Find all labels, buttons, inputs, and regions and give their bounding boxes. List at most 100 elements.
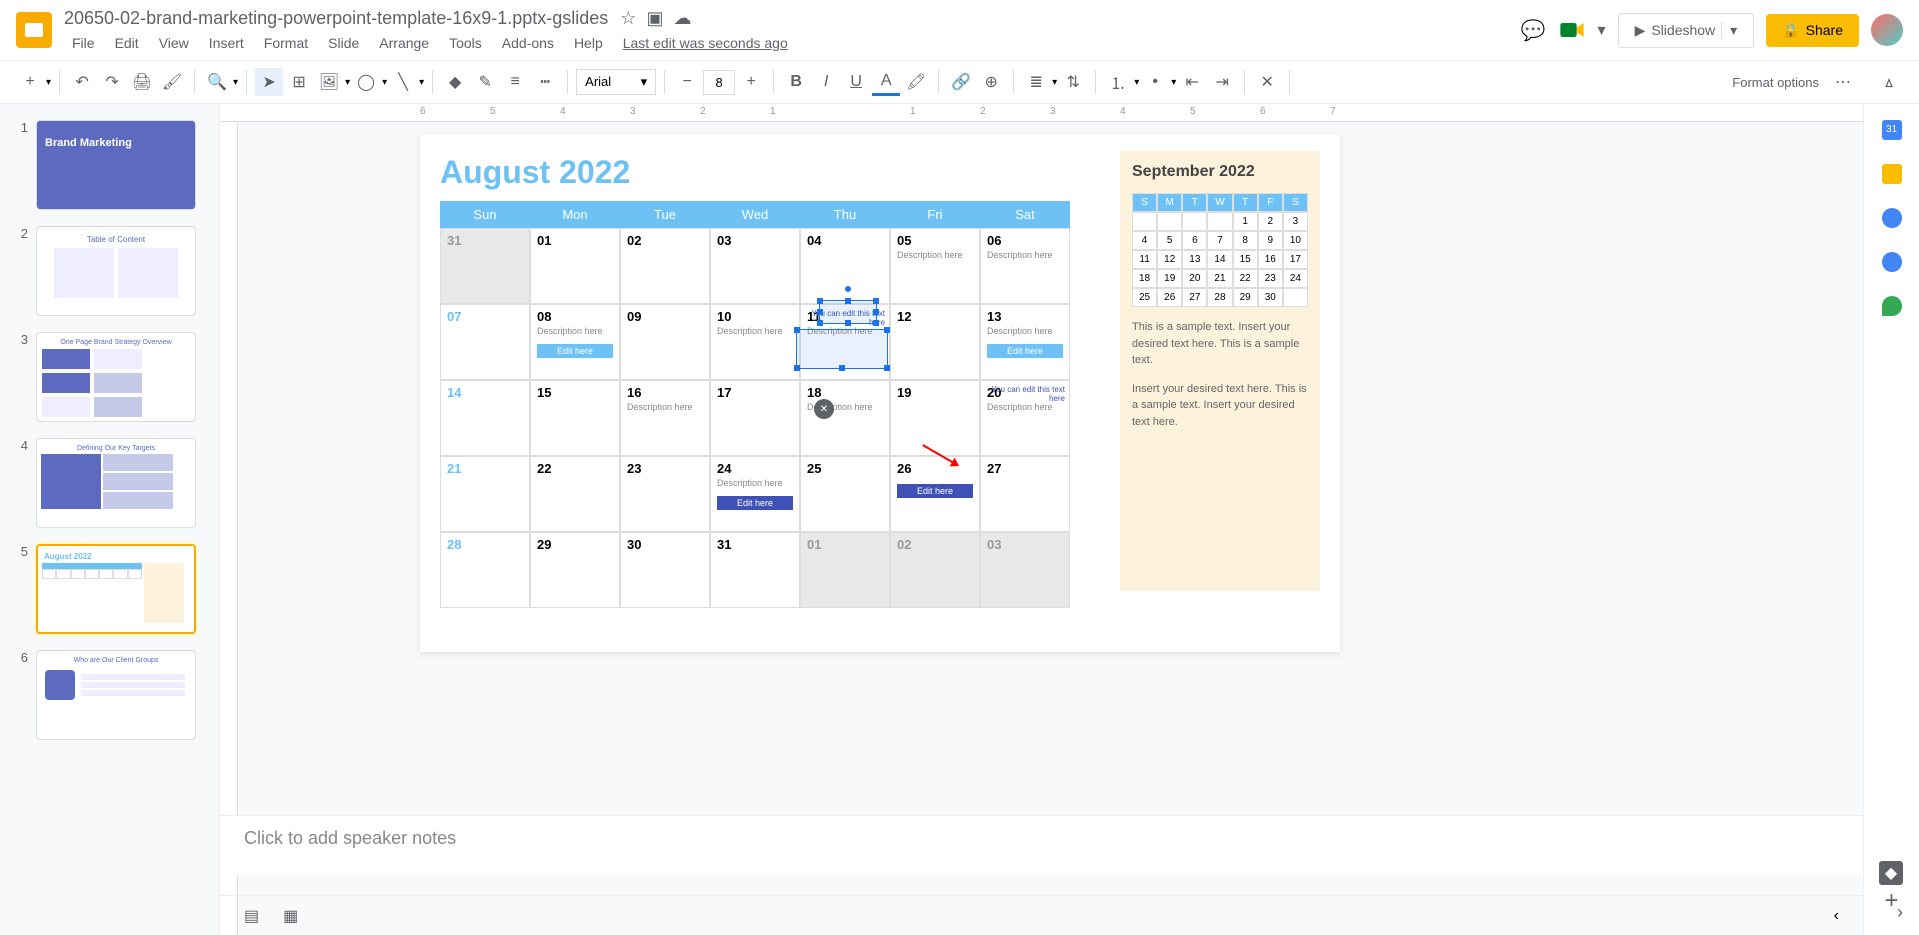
menu-insert[interactable]: Insert: [201, 33, 252, 53]
calendar-cell[interactable]: 03: [710, 228, 800, 304]
shape-tool[interactable]: ◯: [352, 68, 380, 96]
calendar-cell[interactable]: 03: [980, 532, 1070, 608]
paint-format-button[interactable]: 🖌: [158, 68, 186, 96]
calendar-cell[interactable]: 06Description here: [980, 228, 1070, 304]
menu-edit[interactable]: Edit: [107, 33, 147, 53]
speaker-notes[interactable]: Click to add speaker notes: [220, 815, 1863, 875]
text-color-button[interactable]: A: [872, 68, 900, 96]
calendar-cell[interactable]: 08Description hereEdit here: [530, 304, 620, 380]
menu-slide[interactable]: Slide: [320, 33, 367, 53]
slide-thumb-6[interactable]: Who are Our Client Groups: [36, 650, 196, 740]
user-avatar[interactable]: [1871, 14, 1903, 46]
calendar-cell[interactable]: 09: [620, 304, 710, 380]
calendar-cell[interactable]: 11You can edit this text hereDescription…: [800, 304, 890, 380]
slide-thumb-1[interactable]: Brand Marketing: [36, 120, 196, 210]
slide-thumb-2[interactable]: Table of Content: [36, 226, 196, 316]
calendar-cell[interactable]: 31: [440, 228, 530, 304]
cloud-icon[interactable]: ☁: [673, 8, 691, 29]
font-size-increase[interactable]: +: [737, 68, 765, 96]
textbox-tool[interactable]: ⊞: [285, 68, 313, 96]
line-spacing-button[interactable]: ⇅: [1059, 68, 1087, 96]
zoom-button[interactable]: 🔍: [203, 68, 231, 96]
calendar-cell[interactable]: 28: [440, 532, 530, 608]
comments-icon[interactable]: 💬: [1521, 18, 1546, 43]
menu-view[interactable]: View: [151, 33, 197, 53]
calendar-body[interactable]: 310102030405Description here06Descriptio…: [440, 228, 1070, 608]
maps-app-icon[interactable]: [1882, 296, 1902, 316]
collapse-toolbar-icon[interactable]: ㅿ: [1875, 68, 1903, 96]
last-edit-link[interactable]: Last edit was seconds ago: [615, 33, 796, 53]
calendar-cell[interactable]: 29: [530, 532, 620, 608]
calendar-cell[interactable]: 05Description here: [890, 228, 980, 304]
collapse-panel-icon[interactable]: ‹: [1834, 907, 1839, 925]
border-dash-button[interactable]: ┅: [531, 68, 559, 96]
slide-thumb-3[interactable]: One Page Brand Strategy Overview: [36, 332, 196, 422]
explore-icon[interactable]: ◆: [1879, 861, 1903, 885]
italic-button[interactable]: I: [812, 68, 840, 96]
bold-button[interactable]: B: [782, 68, 810, 96]
calendar-cell[interactable]: 04: [800, 228, 890, 304]
slide-thumb-4[interactable]: Defining Our Key Targets: [36, 438, 196, 528]
meet-icon[interactable]: [1558, 16, 1586, 44]
slides-app-icon[interactable]: [16, 12, 52, 48]
font-family-select[interactable]: Arial ▾: [576, 69, 656, 95]
move-icon[interactable]: ▣: [646, 8, 663, 29]
image-tool[interactable]: 🖼: [315, 68, 343, 96]
fill-color-button[interactable]: ◆: [441, 68, 469, 96]
calendar-cell[interactable]: 24Description hereEdit here: [710, 456, 800, 532]
link-button[interactable]: 🔗: [947, 68, 975, 96]
calendar-cell[interactable]: 21: [440, 456, 530, 532]
meet-dropdown-icon[interactable]: ▾: [1598, 20, 1606, 40]
calendar-cell[interactable]: 23: [620, 456, 710, 532]
sidebar-text-1[interactable]: This is a sample text. Insert your desir…: [1132, 319, 1308, 369]
comment-button[interactable]: ⊕: [977, 68, 1005, 96]
numbered-list-button[interactable]: ⒈: [1104, 68, 1132, 96]
border-color-button[interactable]: ✎: [471, 68, 499, 96]
calendar-cell[interactable]: 27: [980, 456, 1070, 532]
align-button[interactable]: ≣: [1022, 68, 1050, 96]
slide-canvas[interactable]: August 2022 SunMonTueWedThuFriSat 310102…: [420, 134, 1340, 652]
calendar-cell[interactable]: 18Description here: [800, 380, 890, 456]
calendar-cell[interactable]: 12: [890, 304, 980, 380]
font-size-decrease[interactable]: −: [673, 68, 701, 96]
calendar-cell[interactable]: 14: [440, 380, 530, 456]
calendar-cell[interactable]: 25: [800, 456, 890, 532]
chevron-down-icon[interactable]: ▾: [1721, 22, 1737, 39]
menu-tools[interactable]: Tools: [441, 33, 490, 53]
tasks-app-icon[interactable]: [1882, 208, 1902, 228]
keep-app-icon[interactable]: [1882, 164, 1902, 184]
redo-button[interactable]: ↷: [98, 68, 126, 96]
contacts-app-icon[interactable]: [1882, 252, 1902, 272]
document-title[interactable]: 20650-02-brand-marketing-powerpoint-temp…: [64, 8, 608, 29]
menu-file[interactable]: File: [64, 33, 103, 53]
calendar-cell[interactable]: 01: [530, 228, 620, 304]
calendar-cell[interactable]: 15: [530, 380, 620, 456]
calendar-cell[interactable]: 30: [620, 532, 710, 608]
calendar-cell[interactable]: 01: [800, 532, 890, 608]
calendar-cell[interactable]: 02: [890, 532, 980, 608]
chevron-down-icon[interactable]: ▾: [46, 77, 51, 88]
calendar-cell[interactable]: 20You can edit this text hereDescription…: [980, 380, 1070, 456]
mini-calendar[interactable]: September 2022 SMTWTFS123456789101112131…: [1120, 151, 1320, 591]
highlight-button[interactable]: 🖍: [902, 68, 930, 96]
star-icon[interactable]: ☆: [620, 8, 636, 29]
border-weight-button[interactable]: ≡: [501, 68, 529, 96]
canvas-area[interactable]: 6543211234567 August 2022 SunMonTueWedTh…: [220, 104, 1863, 935]
mask-tool-icon[interactable]: ✕: [814, 399, 834, 419]
calendar-cell[interactable]: 16Description here: [620, 380, 710, 456]
calendar-cell[interactable]: 02: [620, 228, 710, 304]
sidebar-text-2[interactable]: Insert your desired text here. This is a…: [1132, 381, 1308, 431]
share-button[interactable]: 🔒 Share: [1766, 14, 1859, 47]
calendar-cell[interactable]: 31: [710, 532, 800, 608]
bullet-list-button[interactable]: •: [1141, 68, 1169, 96]
menu-help[interactable]: Help: [566, 33, 611, 53]
slide-panel[interactable]: 1Brand Marketing 2Table of Content 3One …: [0, 104, 220, 935]
calendar-cell[interactable]: 10Description here: [710, 304, 800, 380]
underline-button[interactable]: U: [842, 68, 870, 96]
select-tool[interactable]: ➤: [255, 68, 283, 96]
hide-panel-icon[interactable]: ›: [1897, 902, 1903, 923]
line-tool[interactable]: ╲: [389, 68, 417, 96]
indent-increase-button[interactable]: ⇥: [1208, 68, 1236, 96]
indent-decrease-button[interactable]: ⇤: [1178, 68, 1206, 96]
calendar-app-icon[interactable]: 31: [1882, 120, 1902, 140]
